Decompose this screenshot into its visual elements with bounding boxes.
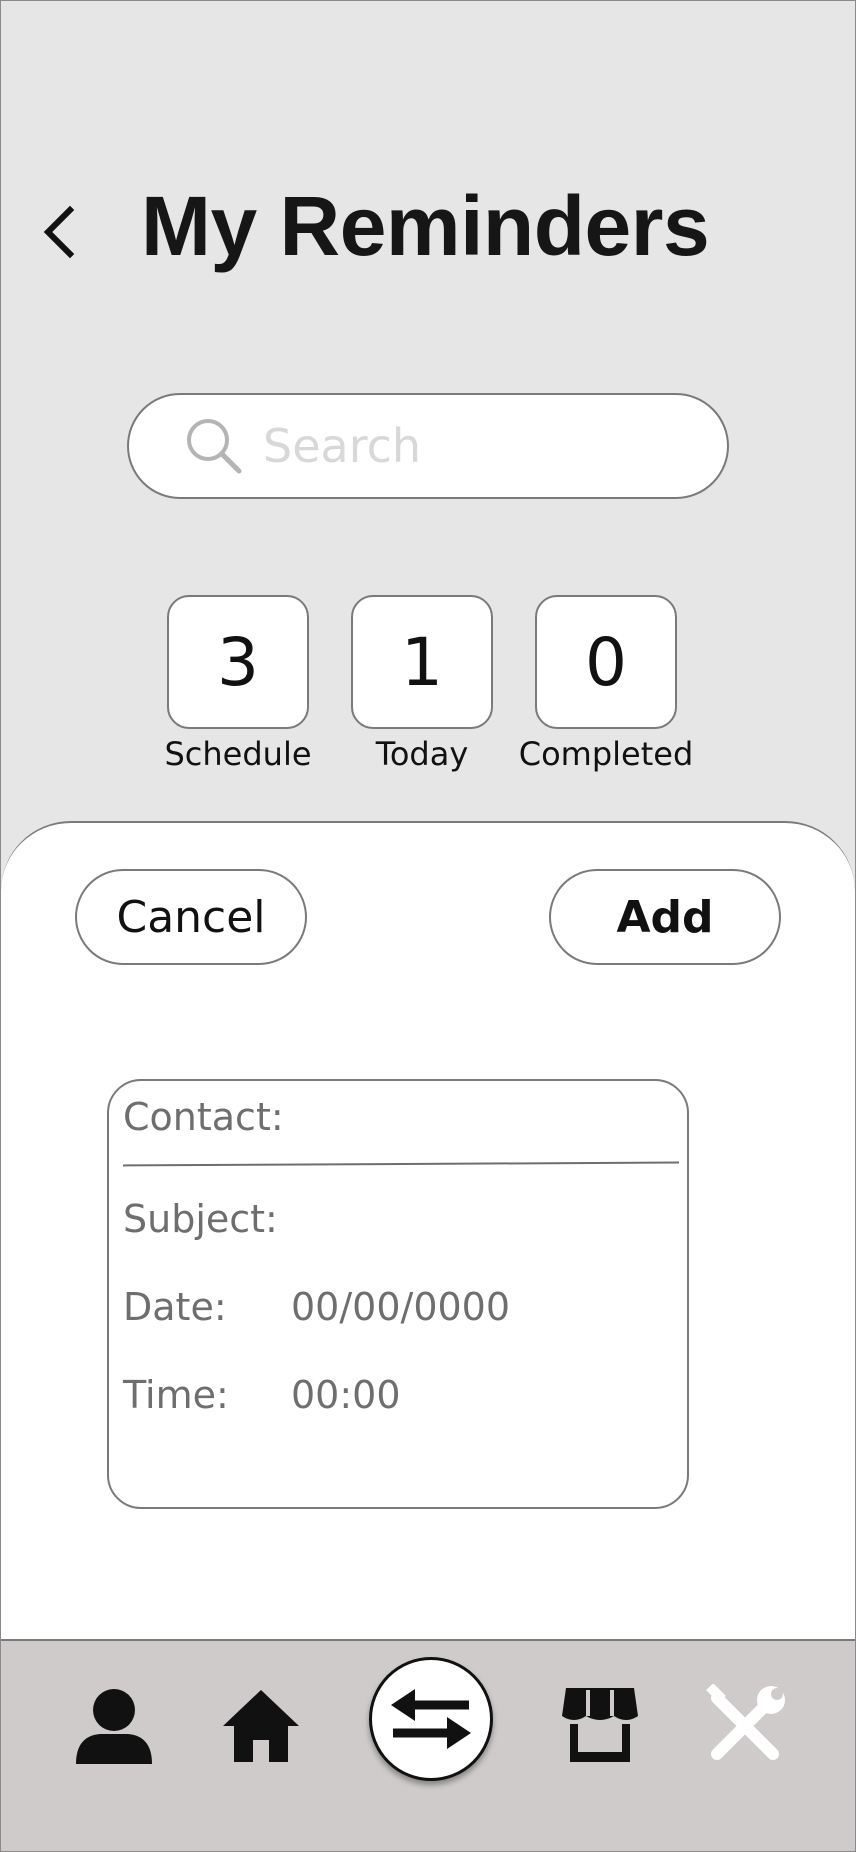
add-reminder-sheet: Cancel Add Contact: Subject: Date: 00/00… (1, 821, 855, 1721)
bottom-nav (1, 1639, 855, 1851)
search-bar[interactable] (127, 393, 729, 499)
form-divider (122, 1161, 680, 1167)
add-button[interactable]: Add (549, 869, 781, 965)
swap-arrows-icon (391, 1689, 471, 1749)
schedule-count: 3 (217, 623, 259, 701)
reminders-screen: My Reminders 3 Schedule 1 Today 0 Comple… (0, 0, 856, 1852)
time-label: Time: (123, 1373, 229, 1417)
header: My Reminders (1, 166, 855, 296)
search-icon (185, 417, 243, 475)
chevron-left-icon (43, 205, 75, 259)
search-input[interactable] (263, 419, 693, 473)
cancel-button[interactable]: Cancel (75, 869, 307, 965)
person-icon (76, 1689, 152, 1764)
contact-field[interactable]: Contact: (123, 1095, 284, 1139)
subject-field[interactable]: Subject: (123, 1197, 278, 1241)
stat-completed: 0 Completed (516, 595, 696, 773)
page-title: My Reminders (141, 179, 710, 273)
back-button[interactable] (39, 204, 79, 260)
stat-today: 1 Today (332, 595, 512, 773)
subject-label: Subject: (123, 1197, 278, 1241)
date-field[interactable]: Date: 00/00/0000 (123, 1285, 510, 1329)
date-label: Date: (123, 1285, 227, 1329)
time-field[interactable]: Time: 00:00 (123, 1373, 401, 1417)
nav-store[interactable] (555, 1681, 645, 1771)
today-label: Today (375, 735, 469, 773)
today-count-box[interactable]: 1 (351, 595, 493, 729)
reminder-form: Contact: Subject: Date: 00/00/0000 Time:… (107, 1079, 689, 1509)
contact-label: Contact: (123, 1095, 284, 1139)
store-icon (562, 1688, 638, 1762)
date-value: 00/00/0000 (291, 1285, 511, 1329)
stat-schedule: 3 Schedule (148, 595, 328, 773)
nav-tools[interactable] (700, 1681, 790, 1771)
time-value: 00:00 (291, 1373, 401, 1417)
completed-count-box[interactable]: 0 (535, 595, 677, 729)
schedule-count-box[interactable]: 3 (167, 595, 309, 729)
home-icon (223, 1690, 299, 1762)
tools-icon (706, 1684, 785, 1760)
schedule-label: Schedule (164, 735, 312, 773)
nav-home[interactable] (216, 1681, 306, 1771)
today-count: 1 (401, 623, 443, 701)
nav-transfer[interactable] (369, 1657, 493, 1781)
nav-profile[interactable] (69, 1681, 159, 1771)
completed-label: Completed (518, 735, 694, 773)
completed-count: 0 (585, 623, 627, 701)
